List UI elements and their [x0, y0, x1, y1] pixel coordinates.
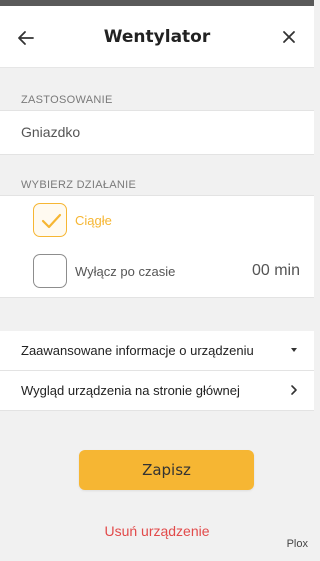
checkbox-checked[interactable] [33, 203, 67, 237]
option-label: Wyłącz po czasie [75, 264, 176, 279]
row-label: Zaawansowane informacje o urządzeniu [21, 343, 254, 358]
page-title: Wentylator [103, 27, 211, 47]
checkbox-unchecked[interactable] [33, 254, 67, 288]
homepage-appearance-row[interactable]: Wygląd urządzenia na stronie głównej [0, 371, 314, 410]
option-timer[interactable]: Wyłącz po czasie 00 min [33, 254, 300, 290]
caret-down-icon [291, 348, 297, 352]
option-continuous[interactable]: Ciągłe [33, 203, 300, 239]
divider [0, 154, 314, 155]
divider [0, 195, 314, 196]
usage-section-label: ZASTOSOWANIE [21, 94, 113, 106]
check-icon [41, 213, 62, 229]
divider [0, 410, 314, 411]
timer-value[interactable]: 00 min [252, 262, 300, 280]
advanced-info-row[interactable]: Zaawansowane informacje o urządzeniu [0, 331, 314, 370]
save-button[interactable]: Zapisz [79, 450, 254, 490]
option-label: Ciągłe [75, 213, 112, 228]
row-label: Wygląd urządzenia na stronie głównej [21, 383, 240, 398]
action-section-label: WYBIERZ DZIAŁANIE [21, 179, 137, 191]
chevron-right-icon [291, 385, 297, 395]
divider [0, 110, 314, 111]
brand-label: Plox [286, 538, 308, 550]
divider [0, 297, 314, 298]
header: Wentylator [0, 6, 314, 68]
usage-value: Gniazdko [21, 124, 81, 140]
close-icon[interactable] [280, 28, 298, 46]
delete-device-button[interactable]: Usuń urządzenie [0, 523, 314, 539]
